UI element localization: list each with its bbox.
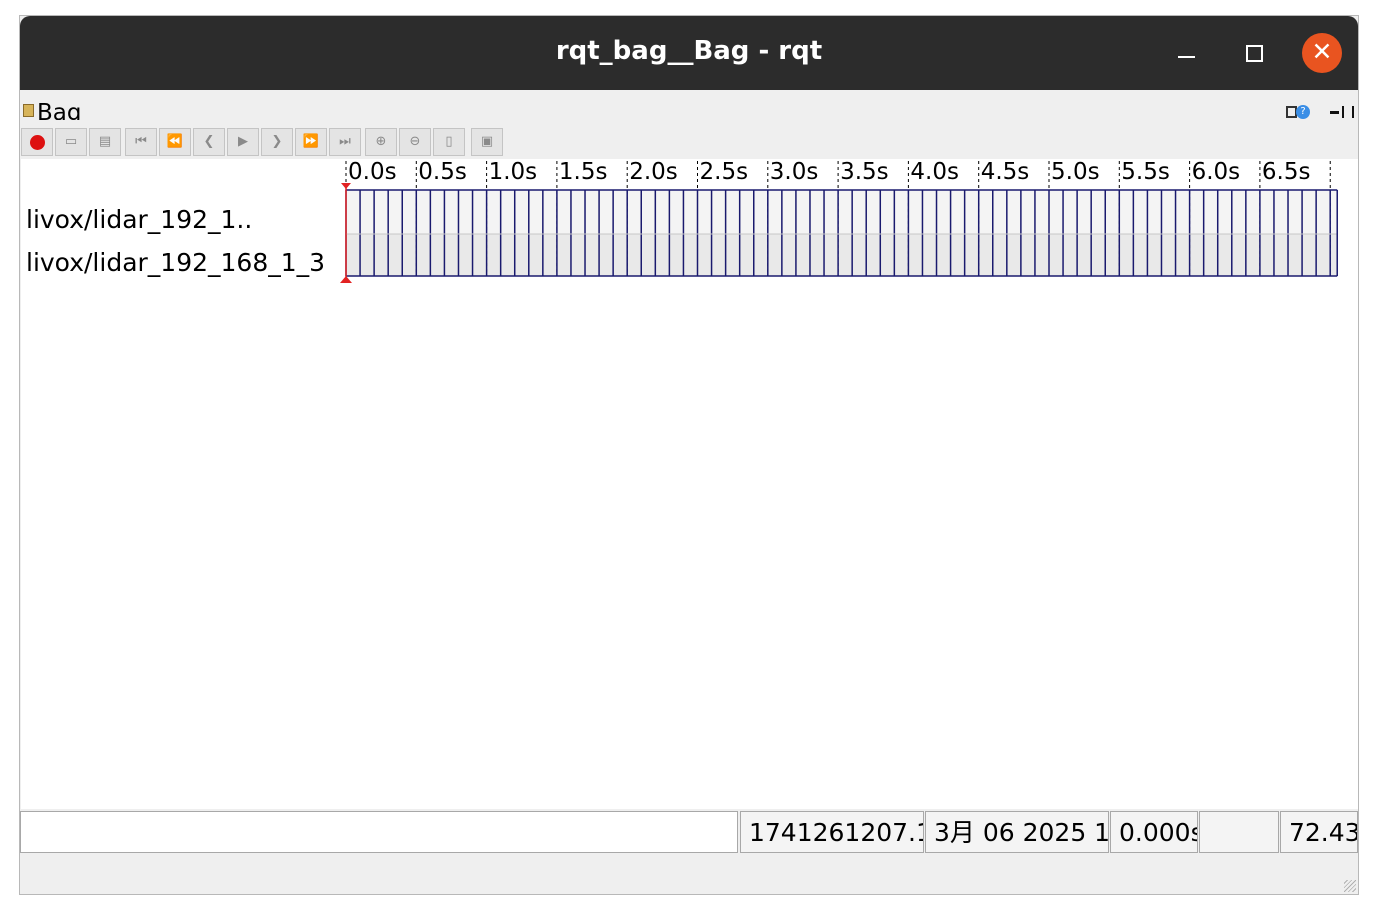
time-tick-label: 4.0s <box>910 159 959 185</box>
step-back-button[interactable]: ❮ <box>193 128 225 156</box>
zoom-in-button[interactable]: ⊕ <box>365 128 397 156</box>
help-icon[interactable]: ? <box>1296 105 1310 119</box>
zoom-in-icon: ⊕ <box>375 134 387 149</box>
thumbnail-icon: ▣ <box>480 134 494 149</box>
end-button[interactable]: ⏭ <box>329 128 361 156</box>
skip-to-end-icon: ⏭ <box>339 134 351 149</box>
open-folder-icon: ▭ <box>64 134 78 149</box>
window-title: rqt_bag__Bag - rqt <box>555 36 823 66</box>
skip-to-start-icon: ⏮ <box>135 134 147 149</box>
record-icon <box>30 135 45 150</box>
minimize-button[interactable] <box>1166 33 1206 73</box>
close-icon: ✕ <box>1311 37 1333 66</box>
timeline-canvas[interactable]: 0.0s 0.5s 1.0s 1.5s 2.0s 2.5s 3.0s 3.5s 4.0s 4.5s… <box>21 159 1358 309</box>
topic-row-bg <box>346 234 1338 276</box>
step-forward-icon: ❯ <box>271 134 283 149</box>
playhead-start-marker <box>341 183 351 189</box>
time-tick-label: 1.5s <box>559 159 608 185</box>
rewind-button[interactable]: ⏪ <box>159 128 191 156</box>
bag-timeline[interactable]: livox/lidar_192_1.. livox/lidar_192_168_… <box>21 159 1358 809</box>
save-bag-button[interactable]: ▤ <box>89 128 121 156</box>
plugin-title: Bag <box>37 100 82 120</box>
load-bag-button[interactable]: ▭ <box>55 128 87 156</box>
play-icon: ▶ <box>238 134 248 149</box>
bag-plugin-icon <box>23 104 34 117</box>
zoom-out-icon: ⊖ <box>409 134 421 149</box>
plugin-header: Bag ? <box>20 90 1358 120</box>
title-bar[interactable]: rqt_bag__Bag - rqt ✕ <box>20 16 1358 90</box>
minimize-plugin-icon[interactable] <box>1330 111 1339 114</box>
time-tick-label: 6.5s <box>1262 159 1311 185</box>
step-forward-button[interactable]: ❯ <box>261 128 293 156</box>
playhead-end-marker <box>340 276 352 283</box>
date-field: 3月 06 2025 1 <box>925 811 1109 853</box>
time-tick-label: 0.0s <box>348 159 397 185</box>
rewind-icon: ⏪ <box>166 134 184 149</box>
time-tick-label: 3.5s <box>840 159 889 185</box>
status-bar: 1741261207.1 3月 06 2025 1 0.000s 72.43 <box>20 809 1358 855</box>
step-back-icon: ❮ <box>203 134 215 149</box>
fast-forward-button[interactable]: ⏩ <box>295 128 327 156</box>
time-tick-label: 3.0s <box>770 159 819 185</box>
maximize-button[interactable] <box>1234 33 1274 73</box>
time-tick-label: 4.5s <box>981 159 1030 185</box>
empty-field <box>1199 811 1279 853</box>
bottom-bar <box>20 855 1358 894</box>
time-tick-label: 2.0s <box>629 159 678 185</box>
rqt-window: rqt_bag__Bag - rqt ✕ Bag ? ▭ ▤ ⏮ ⏪ ❮ ▶ ❯ ⏩ ⏭ ⊕ ⊖ ▯ ▣… <box>19 15 1359 895</box>
thumbnails-button[interactable]: ▣ <box>471 128 503 156</box>
topic-row-bg <box>346 190 1338 234</box>
zoom-all-icon: ▯ <box>445 134 453 149</box>
float-plugin-icon[interactable] <box>1342 106 1354 118</box>
record-button[interactable] <box>21 128 53 156</box>
timestamp-field: 1741261207.1 <box>740 811 924 853</box>
rate-field: 72.43 <box>1280 811 1358 853</box>
time-tick-label: 2.5s <box>700 159 749 185</box>
bag-toolbar: ▭ ▤ ⏮ ⏪ ❮ ▶ ❯ ⏩ ⏭ ⊕ ⊖ ▯ ▣ <box>20 128 1358 158</box>
time-tick-label: 1.0s <box>489 159 538 185</box>
play-button[interactable]: ▶ <box>227 128 259 156</box>
close-button[interactable]: ✕ <box>1302 33 1342 73</box>
elapsed-field: 0.000s <box>1110 811 1198 853</box>
zoom-out-button[interactable]: ⊖ <box>399 128 431 156</box>
resize-grip-icon[interactable] <box>1344 880 1356 892</box>
fast-forward-icon: ⏩ <box>302 134 320 149</box>
time-tick-label: 6.0s <box>1192 159 1241 185</box>
time-tick-label: 5.5s <box>1121 159 1170 185</box>
begin-button[interactable]: ⏮ <box>125 128 157 156</box>
save-icon: ▤ <box>98 134 112 149</box>
time-tick-label: 0.5s <box>418 159 467 185</box>
time-tick-label: 5.0s <box>1051 159 1100 185</box>
status-text-field[interactable] <box>20 811 738 853</box>
zoom-all-button[interactable]: ▯ <box>433 128 465 156</box>
